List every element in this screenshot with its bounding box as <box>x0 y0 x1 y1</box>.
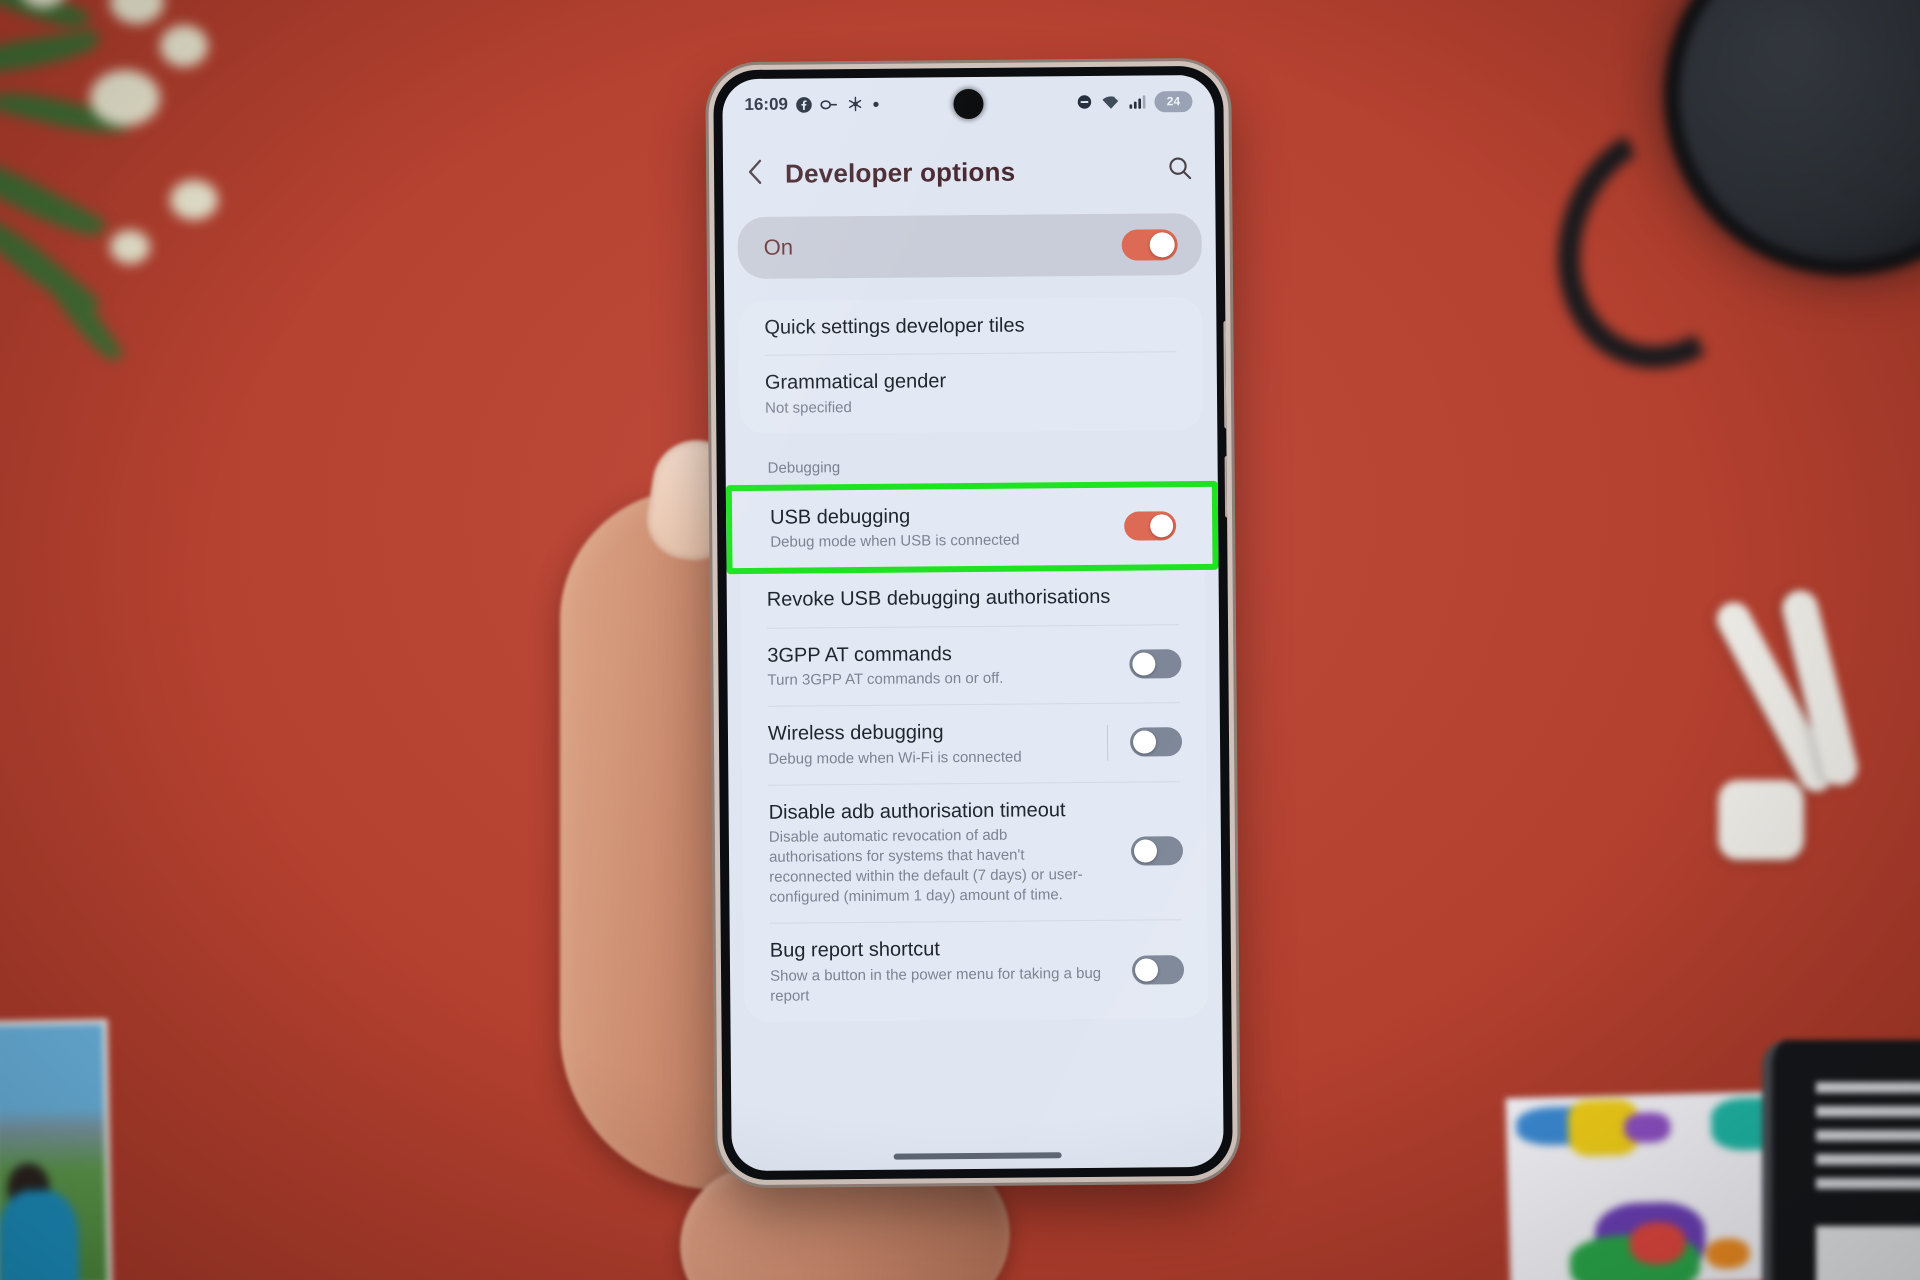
notification-glyph-icon <box>847 96 865 112</box>
row-title: Bug report shortcut <box>769 938 941 963</box>
row-subtitle: Not specified <box>765 398 852 417</box>
row-3gpp-at-commands[interactable]: 3GPP AT commands Turn 3GPP AT commands o… <box>741 625 1206 707</box>
row-wireless-debugging[interactable]: Wireless debugging Debug mode when Wi-Fi… <box>742 703 1207 785</box>
toggle-knob <box>1133 839 1158 863</box>
debugging-settings-card: Revoke USB debugging authorisations 3GPP… <box>740 569 1209 1023</box>
row-title: Grammatical gender <box>764 370 947 395</box>
page-title: Developer options <box>784 156 1016 189</box>
row-subtitle: Disable automatic revocation of adb auth… <box>768 826 1083 907</box>
row-revoke-usb-debugging-authorisations[interactable]: Revoke USB debugging authorisations <box>741 569 1205 627</box>
status-bar-left: 16:09 <box>744 94 880 115</box>
front-camera-punch-hole <box>953 88 984 120</box>
back-chevron-icon[interactable] <box>745 157 767 190</box>
battery-indicator: 24 <box>1154 90 1193 112</box>
status-bar: 16:09 24 <box>722 75 1214 131</box>
plant-decoration <box>0 0 260 390</box>
section-header-debugging: Debugging <box>767 459 841 477</box>
striped-device-decoration <box>1762 1040 1920 1280</box>
smartphone-device: 16:09 24 Developer options On Quick sett… <box>713 65 1233 1181</box>
row-title: Wireless debugging <box>767 721 944 746</box>
settings-list[interactable]: On Quick settings developer tiles Gramma… <box>723 212 1223 1171</box>
row-subtitle: Show a button in the power menu for taki… <box>769 964 1102 1005</box>
photo-decoration-left <box>0 1018 113 1280</box>
developer-options-master-row[interactable]: On <box>737 212 1202 280</box>
do-not-disturb-icon <box>1076 94 1092 110</box>
row-disable-adb-authorisation-timeout[interactable]: Disable adb authorisation timeout Disabl… <box>742 782 1207 924</box>
signal-icon <box>1129 94 1146 109</box>
toggle-knob <box>1132 730 1157 755</box>
vertical-divider <box>1106 724 1109 761</box>
toggle-knob <box>1134 958 1159 982</box>
developer-options-master-toggle[interactable] <box>1121 228 1178 261</box>
app-bar: Developer options <box>723 127 1216 217</box>
toggle-knob <box>1132 652 1156 676</box>
bug-report-shortcut-toggle[interactable] <box>1131 954 1185 985</box>
row-subtitle: Debug mode when Wi-Fi is connected <box>768 748 1022 768</box>
row-subtitle: Debug mode when USB is connected <box>770 531 1020 552</box>
general-settings-card: Quick settings developer tiles Grammatic… <box>738 296 1204 434</box>
toggle-knob <box>1149 231 1175 257</box>
wireless-debugging-toggle[interactable] <box>1129 727 1183 758</box>
row-bug-report-shortcut[interactable]: Bug report shortcut Show a button in the… <box>744 920 1209 1022</box>
disable-adb-authorisation-timeout-toggle[interactable] <box>1130 836 1184 866</box>
row-grammatical-gender[interactable]: Grammatical gender Not specified <box>739 352 1204 434</box>
row-title: Disable adb authorisation timeout <box>768 798 1066 824</box>
wifi-icon <box>1101 94 1121 109</box>
scene: 16:09 24 Developer options On Quick sett… <box>0 0 1920 1280</box>
volume-button[interactable] <box>1223 320 1230 429</box>
row-subtitle: Turn 3GPP AT commands on or off. <box>767 669 1004 689</box>
3gpp-at-commands-toggle[interactable] <box>1129 649 1182 679</box>
usb-debugging-highlight-box: USB debugging Debug mode when USB is con… <box>725 480 1219 575</box>
phone-screen: 16:09 24 Developer options On Quick sett… <box>722 74 1224 1172</box>
notification-glyph-icon <box>820 98 839 111</box>
row-quick-settings-developer-tiles[interactable]: Quick settings developer tiles <box>738 297 1202 355</box>
usb-debugging-toggle[interactable] <box>1124 511 1177 541</box>
dot-icon <box>873 100 880 107</box>
clothespin-decoration <box>1660 586 1890 900</box>
power-button[interactable] <box>1224 455 1231 518</box>
search-icon[interactable] <box>1167 155 1193 186</box>
facebook-icon <box>796 96 813 113</box>
row-usb-debugging[interactable]: USB debugging Debug mode when USB is con… <box>732 487 1213 569</box>
master-switch-label: On <box>763 234 794 260</box>
row-title: Quick settings developer tiles <box>764 314 1025 339</box>
toggle-knob <box>1150 514 1174 538</box>
row-title: 3GPP AT commands <box>767 642 952 667</box>
status-bar-right: 24 <box>1076 90 1193 113</box>
row-title: Revoke USB debugging authorisations <box>766 586 1111 612</box>
row-title: USB debugging <box>769 505 911 529</box>
status-bar-clock: 16:09 <box>744 94 789 114</box>
